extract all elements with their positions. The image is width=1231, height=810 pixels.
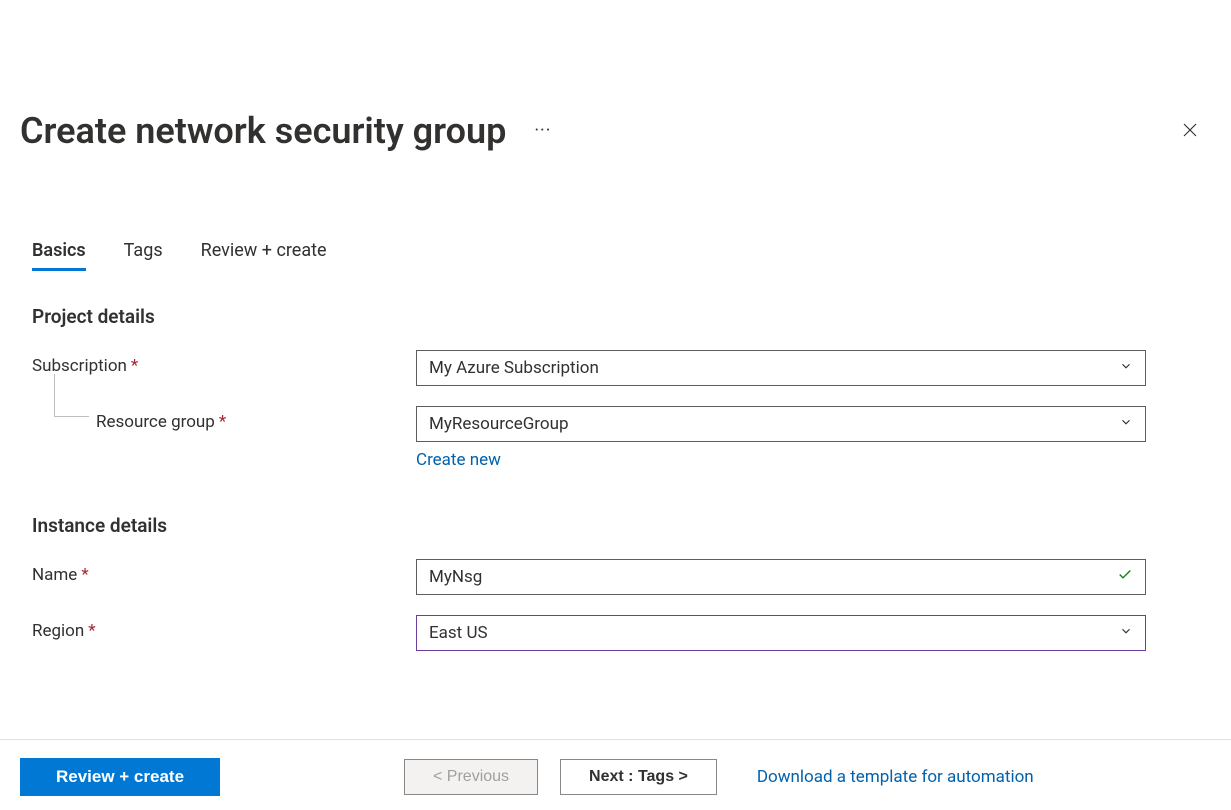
tab-basics[interactable]: Basics — [32, 240, 86, 271]
chevron-down-icon — [1119, 358, 1133, 378]
review-create-button[interactable]: Review + create — [20, 758, 220, 796]
page-header: Create network security group ··· — [20, 0, 1211, 152]
label-resource-group: Resource group* — [32, 406, 416, 432]
close-button[interactable] — [1175, 115, 1205, 148]
label-region: Region* — [32, 615, 416, 641]
section-instance-details: Instance details — [20, 514, 1211, 537]
required-icon: * — [131, 356, 138, 376]
region-select[interactable]: East US — [416, 615, 1146, 651]
row-region: Region* East US — [20, 615, 1211, 651]
label-name: Name* — [32, 559, 416, 585]
tabs: Basics Tags Review + create — [20, 240, 1211, 271]
previous-button: < Previous — [404, 759, 538, 795]
section-project-details: Project details — [20, 305, 1211, 328]
subscription-select[interactable]: My Azure Subscription — [416, 350, 1146, 386]
name-input[interactable]: MyNsg — [416, 559, 1146, 595]
page-title: Create network security group — [20, 110, 506, 152]
required-icon: * — [81, 565, 88, 585]
required-icon: * — [219, 412, 226, 432]
close-icon — [1181, 127, 1199, 142]
footer: Review + create < Previous Next : Tags >… — [0, 739, 1231, 810]
row-resource-group: Resource group* MyResourceGroup Create n… — [20, 406, 1211, 470]
chevron-down-icon — [1119, 623, 1133, 643]
row-subscription: Subscription* My Azure Subscription — [20, 350, 1211, 386]
row-name: Name* MyNsg — [20, 559, 1211, 595]
required-icon: * — [88, 621, 95, 641]
more-icon[interactable]: ··· — [534, 120, 551, 143]
chevron-down-icon — [1119, 414, 1133, 434]
tab-tags[interactable]: Tags — [124, 240, 163, 271]
create-new-link[interactable]: Create new — [416, 450, 501, 470]
download-template-link[interactable]: Download a template for automation — [757, 767, 1034, 787]
checkmark-icon — [1117, 567, 1133, 588]
resource-group-select[interactable]: MyResourceGroup — [416, 406, 1146, 442]
tab-review-create[interactable]: Review + create — [201, 240, 327, 271]
label-subscription: Subscription* — [32, 350, 416, 376]
next-button[interactable]: Next : Tags > — [560, 759, 717, 795]
